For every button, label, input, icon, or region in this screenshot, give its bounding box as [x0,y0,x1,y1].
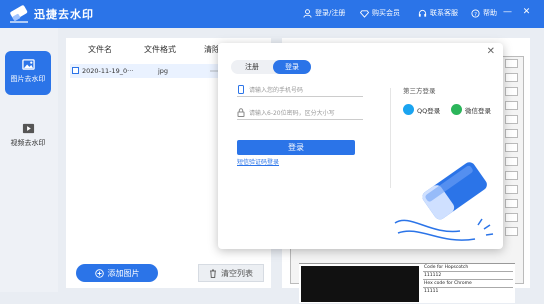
user-icon [303,8,312,18]
svg-text:?: ? [474,11,477,17]
login-register-button[interactable]: 登录/注册 [303,8,345,18]
sidebar: 图片去水印 视频去水印 [0,28,58,292]
preview-code-line: Code for Hopscotch [423,264,513,272]
wechat-login-button[interactable]: 微信登录 [451,104,491,115]
minimize-icon: — [503,7,512,17]
minimize-button[interactable]: — [502,7,513,18]
close-icon: ✕ [486,46,495,57]
dialog-close-button[interactable]: ✕ [487,46,495,57]
phone-field[interactable]: 请输入您的手机号码 [237,83,363,97]
close-icon: ✕ [522,7,531,17]
add-image-label: 添加图片 [107,268,140,278]
sidebar-item-label: 视频去水印 [10,139,46,147]
wechat-login-label: 微信登录 [465,106,491,115]
password-field[interactable]: 请输入6-20位密码，区分大小写 [237,106,363,120]
phone-placeholder: 请输入您的手机号码 [249,87,304,94]
sidebar-item-video-watermark[interactable]: 视频去水印 [5,115,51,159]
qq-login-label: QQ登录 [417,106,441,115]
row-checkbox[interactable] [72,67,79,74]
help-icon: ? [471,8,480,17]
sms-login-link[interactable]: 短信验证码登录 [237,157,279,166]
login-dialog: ✕ 注册 登录 请输入您的手机号码 请输入6-20位密码，区分大小写 登录 短信… [218,43,503,249]
contact-service-label: 联系客服 [430,9,458,17]
third-party-title: 第三方登录 [403,87,436,95]
wechat-icon [451,104,462,115]
sidebar-item-label: 图片去水印 [10,75,46,83]
headset-icon [418,9,427,17]
clear-list-button[interactable]: 清空列表 [198,264,264,282]
sidebar-item-image-watermark[interactable]: 图片去水印 [5,51,51,95]
plus-circle-icon [94,268,104,278]
qq-login-button[interactable]: QQ登录 [403,104,440,115]
eraser-logo-icon [10,5,28,23]
buy-vip-label: 购买会员 [372,9,400,17]
file-format: jpg [158,67,169,75]
preview-toolbar-strip [505,59,519,283]
contact-service-button[interactable]: 联系客服 [418,8,458,18]
tab-login[interactable]: 登录 [273,60,311,74]
preview-dark-list [301,266,419,302]
login-tabs: 注册 登录 [231,60,311,74]
preview-bottom-area: Code for Hopscotch 111112 Hex code for C… [299,263,515,303]
diamond-icon [360,9,369,18]
title-bar: 迅捷去水印 登录/注册 购买会员 联系客服 ? 帮助 — ✕ [0,0,544,28]
help-button[interactable]: ? 帮助 [471,8,497,18]
clear-list-label: 清空列表 [221,268,253,278]
preview-code-line: Hex code for Chrome [423,280,513,288]
qq-icon [403,104,414,115]
video-icon [22,123,34,134]
close-window-button[interactable]: ✕ [521,7,532,18]
lock-icon [237,108,245,117]
password-placeholder: 请输入6-20位密码，区分大小写 [249,110,335,117]
image-icon [21,59,35,70]
tab-register[interactable]: 注册 [233,60,271,74]
app-title: 迅捷去水印 [34,8,94,21]
help-label: 帮助 [483,9,497,17]
phone-icon [238,85,244,94]
eraser-illustration-icon [394,162,494,241]
login-button[interactable]: 登录 [237,140,355,155]
column-header-format: 文件格式 [144,45,176,54]
preview-codes: Code for Hopscotch 111112 Hex code for C… [423,264,513,304]
column-header-filename: 文件名 [88,45,112,54]
trash-icon [210,269,216,278]
login-register-label: 登录/注册 [315,9,346,17]
file-name: 2020-11-19_0··· [82,67,134,75]
buy-vip-button[interactable]: 购买会员 [360,8,400,18]
preview-code-line: 111112 [423,272,513,280]
add-image-button[interactable]: 添加图片 [76,264,158,282]
